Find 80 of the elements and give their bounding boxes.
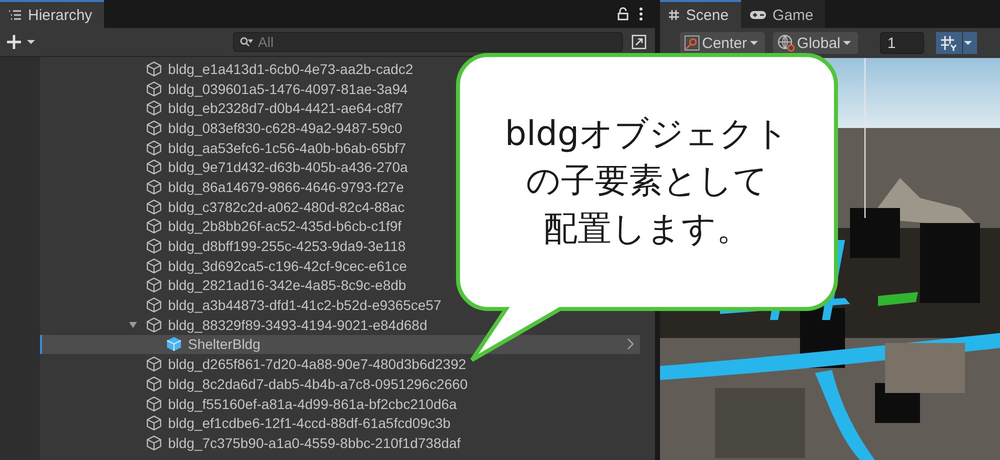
hierarchy-row[interactable]: bldg_f55160ef-a81a-4d99-861a-bf2cbc210d6a (40, 394, 640, 414)
list-icon (8, 9, 22, 21)
hierarchy-row[interactable]: bldg_039601a5-1476-4097-81ae-3a94 (40, 78, 640, 98)
object-name: bldg_039601a5-1476-4097-81ae-3a94 (168, 80, 408, 97)
cube-icon (146, 80, 162, 97)
object-name: bldg_2b8bb26f-ac52-435d-b6cb-c1f9f (168, 218, 402, 234)
lock-icon[interactable] (617, 7, 629, 21)
popout-icon[interactable] (629, 32, 649, 52)
callout-text: の子要素として (526, 160, 768, 204)
hierarchy-row[interactable]: bldg_8c2da6d7-dab5-4b4b-a7c8-0951296c2660 (40, 374, 640, 394)
cube-icon (146, 396, 162, 412)
hierarchy-tab[interactable]: Hierarchy (0, 0, 104, 28)
cube-icon (146, 277, 162, 294)
hierarchy-row[interactable]: ShelterBldg (40, 334, 640, 354)
grid-snap-icon (940, 35, 958, 51)
more-options-icon[interactable] (639, 7, 643, 21)
space-dropdown[interactable]: Global (773, 32, 858, 54)
object-name: bldg_aa53efc6-1c56-4a0b-b6ab-65bf7 (168, 140, 406, 156)
hierarchy-row[interactable]: bldg_a3b44873-dfd1-41c2-b52d-e9365ce57 (40, 295, 640, 315)
cube-icon (146, 356, 162, 372)
object-name: bldg_9e71d432-d63b-405b-a436-270a (168, 159, 408, 176)
object-name: bldg_d8bff199-255c-4253-9da9-3e118 (168, 238, 406, 254)
cube-icon (146, 198, 162, 215)
hierarchy-row[interactable]: bldg_7c375b90-a1a0-4559-8bbc-210f1d738daf (40, 433, 640, 453)
object-name: bldg_2821ad16-342e-4a85-8c9c-e8db (168, 277, 406, 294)
chevron-right-icon[interactable] (626, 338, 634, 350)
snap-value-field[interactable]: 1 (880, 32, 924, 54)
cube-icon (146, 415, 162, 432)
object-name: bldg_ef1cdbe6-12f1-4ccd-88df-61a5fcd09c3b (168, 415, 451, 432)
caret-icon (842, 39, 852, 47)
grid-snap-button[interactable] (936, 32, 962, 54)
hierarchy-row[interactable]: bldg_ef1cdbe6-12f1-4ccd-88df-61a5fcd09c3b (40, 413, 640, 434)
cube-icon (146, 258, 162, 274)
add-dropdown-icon[interactable] (6, 34, 38, 50)
object-name: bldg_e1a413d1-6cb0-4e73-aa2b-cadc2 (168, 60, 414, 77)
cube-icon (146, 297, 162, 314)
search-icon (239, 36, 253, 48)
grid-icon (668, 9, 680, 21)
globe-icon (777, 34, 796, 52)
object-name: bldg_f55160ef-a81a-4d99-861a-bf2cbc210d6a (168, 396, 457, 412)
cube-icon (146, 316, 162, 333)
cube-icon (146, 100, 162, 116)
object-name: ShelterBldg (188, 336, 260, 352)
object-name: bldg_88329f89-3493-4194-9021-e84d68d (168, 316, 428, 333)
snap-dropdown[interactable] (963, 32, 978, 54)
hierarchy-row[interactable]: bldg_e1a413d1-6cb0-4e73-aa2b-cadc2 (40, 59, 640, 79)
object-name: bldg_c3782c2d-a062-480d-82c4-88ac (168, 198, 405, 215)
object-name: bldg_d265f861-7d20-4a88-90e7-480d3b6d2392 (168, 356, 466, 372)
prefab-cube-icon (166, 336, 182, 352)
pivot-icon (684, 35, 700, 51)
callout-text: 配置します。 (544, 208, 750, 251)
object-name: bldg_a3b44873-dfd1-41c2-b52d-e9365ce57 (168, 297, 442, 314)
hierarchy-row[interactable]: bldg_2821ad16-342e-4a85-8c9c-e8db (40, 276, 640, 296)
view-tab[interactable]: Scene (660, 0, 741, 28)
object-name: bldg_7c375b90-a1a0-4559-8bbc-210f1d738daf (168, 434, 461, 451)
pivot-dropdown[interactable]: Center (680, 32, 766, 54)
hierarchy-row[interactable]: bldg_3d692ca5-c196-42cf-9cec-e61ce (40, 256, 640, 276)
cube-icon (146, 140, 162, 156)
object-name: bldg_86a14679-9866-4646-9793-f27e (168, 178, 404, 195)
hierarchy-row[interactable]: bldg_d265f861-7d20-4a88-90e7-480d3b6d2392 (40, 354, 640, 374)
cube-icon (146, 159, 162, 176)
caret-icon (749, 39, 760, 47)
expand-arrow-icon[interactable] (128, 320, 138, 330)
cube-icon (146, 434, 162, 451)
cube-icon (146, 218, 162, 234)
cube-icon (146, 376, 162, 392)
object-name: bldg_8c2da6d7-dab5-4b4b-a7c8-0951296c2660 (168, 376, 468, 392)
view-tab[interactable]: Game (740, 0, 826, 28)
hierarchy-row[interactable]: bldg_88329f89-3493-4194-9021-e84d68d (40, 314, 640, 335)
object-name: bldg_3d692ca5-c196-42cf-9cec-e61ce (168, 258, 407, 274)
caret-icon (963, 39, 974, 47)
cube-icon (146, 60, 162, 77)
search-field[interactable]: All (233, 32, 623, 52)
cube-icon (146, 238, 162, 254)
callout-text: bldgオブジェクト (504, 112, 790, 156)
cube-icon (146, 120, 162, 136)
object-name: bldg_083ef830-c628-49a2-9487-59c0 (168, 120, 402, 136)
cube-icon (146, 178, 162, 195)
object-name: bldg_eb2328d7-d0b4-4421-ae64-c8f7 (168, 100, 404, 116)
gamepad-icon (748, 9, 767, 21)
